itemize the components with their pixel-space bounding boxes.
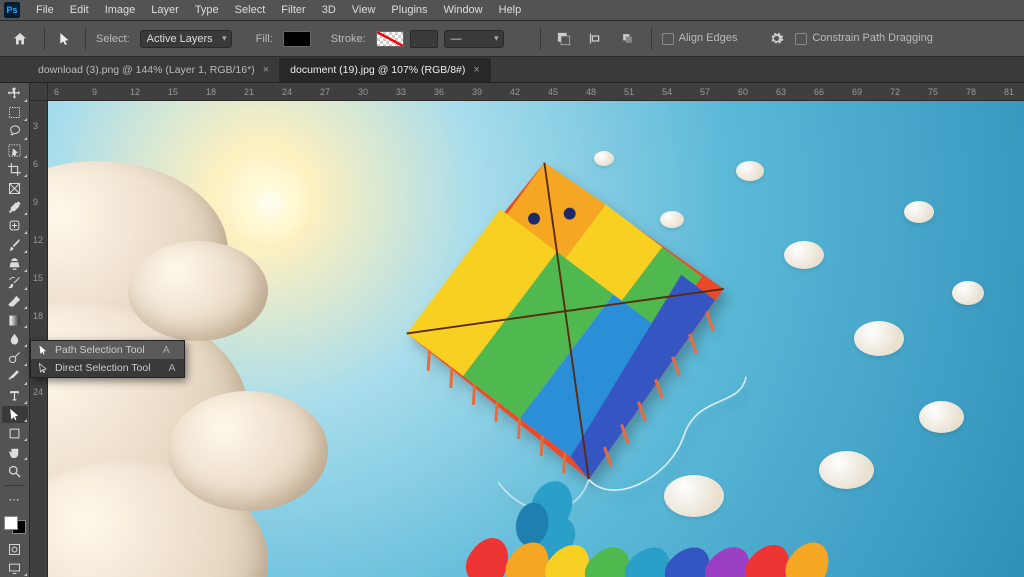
fill-swatch[interactable]: [283, 31, 311, 47]
document-canvas[interactable]: [48, 101, 1024, 577]
menu-image[interactable]: Image: [97, 0, 144, 20]
ruler-origin[interactable]: [30, 83, 48, 101]
app-icon: Ps: [4, 2, 20, 18]
path-alignment-icon[interactable]: [583, 28, 609, 50]
separator: [5, 485, 25, 486]
clone-stamp-tool[interactable]: [2, 255, 28, 273]
canvas-image: [784, 241, 824, 269]
select-label: Select:: [96, 33, 130, 45]
lasso-tool[interactable]: [2, 123, 28, 141]
flyout-item-direct-selection[interactable]: Direct Selection ToolA: [31, 359, 184, 377]
dodge-tool[interactable]: [2, 349, 28, 367]
stroke-swatch[interactable]: [376, 31, 404, 47]
canvas-image: [224, 158, 314, 248]
menu-edit[interactable]: Edit: [62, 0, 97, 20]
blur-tool[interactable]: [2, 330, 28, 348]
document-tab[interactable]: download (3).png @ 144% (Layer 1, RGB/16…: [28, 58, 280, 82]
separator: [44, 28, 45, 50]
constrain-checkbox[interactable]: [795, 33, 807, 45]
flyout-item-path-selection[interactable]: Path Selection ToolA: [31, 341, 184, 359]
menu-view[interactable]: View: [344, 0, 384, 20]
canvas-image: [388, 151, 748, 571]
canvas-image: [919, 401, 964, 433]
horizontal-ruler[interactable]: 6912151821242730333639424548515457606366…: [48, 83, 1024, 101]
canvas-image: [952, 281, 984, 305]
marquee-tool[interactable]: [2, 104, 28, 122]
edit-toolbar-button[interactable]: ⋯: [2, 491, 28, 509]
menu-select[interactable]: Select: [227, 0, 274, 20]
stroke-label: Stroke:: [331, 33, 366, 45]
menu-window[interactable]: Window: [436, 0, 491, 20]
menu-plugins[interactable]: Plugins: [383, 0, 435, 20]
vertical-ruler[interactable]: 3691215182124: [30, 101, 48, 577]
separator: [540, 28, 541, 50]
object-selection-tool[interactable]: [2, 142, 28, 160]
canvas-image: [128, 241, 268, 341]
eraser-tool[interactable]: [2, 292, 28, 310]
canvas-image: [168, 391, 328, 511]
fill-label: Fill:: [256, 33, 273, 45]
zoom-tool[interactable]: [2, 462, 28, 480]
gradient-tool[interactable]: [2, 311, 28, 329]
align-edges-option[interactable]: Align Edges: [662, 32, 738, 44]
separator: [85, 28, 86, 50]
document-tab[interactable]: document (19).jpg @ 107% (RGB/8#)×: [280, 58, 491, 82]
type-tool[interactable]: [2, 387, 28, 405]
menu-bar: Ps File Edit Image Layer Type Select Fil…: [0, 0, 1024, 21]
history-brush-tool[interactable]: [2, 274, 28, 292]
stroke-width[interactable]: [410, 30, 438, 48]
frame-tool[interactable]: [2, 179, 28, 197]
spot-healing-tool[interactable]: [2, 217, 28, 235]
separator: [651, 28, 652, 50]
gear-icon[interactable]: [763, 28, 789, 50]
menu-file[interactable]: File: [28, 0, 62, 20]
move-tool[interactable]: [2, 85, 28, 103]
eyedropper-tool[interactable]: [2, 198, 28, 216]
menu-3d[interactable]: 3D: [314, 0, 344, 20]
path-operations-icon[interactable]: [551, 28, 577, 50]
select-dropdown[interactable]: Active Layers: [140, 30, 232, 48]
tab-close-icon[interactable]: ×: [473, 64, 479, 76]
pen-tool[interactable]: [2, 368, 28, 386]
align-edges-checkbox[interactable]: [662, 33, 674, 45]
document-tab-bar: download (3).png @ 144% (Layer 1, RGB/16…: [0, 57, 1024, 83]
path-arrangement-icon[interactable]: [615, 28, 641, 50]
quick-mask-toggle[interactable]: [2, 540, 28, 558]
menu-type[interactable]: Type: [187, 0, 227, 20]
tool-flyout-menu: Path Selection ToolA Direct Selection To…: [30, 340, 185, 378]
menu-layer[interactable]: Layer: [143, 0, 187, 20]
crop-tool[interactable]: [2, 160, 28, 178]
foreground-color-swatch[interactable]: [4, 516, 18, 530]
shape-tool[interactable]: [2, 424, 28, 442]
options-bar: Select: Active Layers Fill: Stroke: — Al…: [0, 21, 1024, 57]
tool-bar: ⋯: [0, 83, 30, 577]
stroke-style-dropdown[interactable]: —: [444, 30, 504, 48]
canvas-image: [819, 451, 874, 489]
canvas-image: [904, 201, 934, 223]
path-selection-tool[interactable]: [2, 406, 28, 424]
screen-mode-toggle[interactable]: [2, 559, 28, 577]
work-area: ⋯ 69121518212427303336394245485154576063…: [0, 83, 1024, 577]
tab-close-icon[interactable]: ×: [263, 64, 269, 76]
canvas-area: 6912151821242730333639424548515457606366…: [30, 83, 1024, 577]
color-swatches[interactable]: [4, 516, 26, 534]
brush-tool[interactable]: [2, 236, 28, 254]
hand-tool[interactable]: [2, 443, 28, 461]
path-selection-icon[interactable]: [55, 29, 75, 49]
menu-filter[interactable]: Filter: [273, 0, 313, 20]
home-button[interactable]: [6, 27, 34, 51]
canvas-image: [854, 321, 904, 356]
menu-help[interactable]: Help: [491, 0, 530, 20]
constrain-option[interactable]: Constrain Path Dragging: [795, 32, 932, 44]
